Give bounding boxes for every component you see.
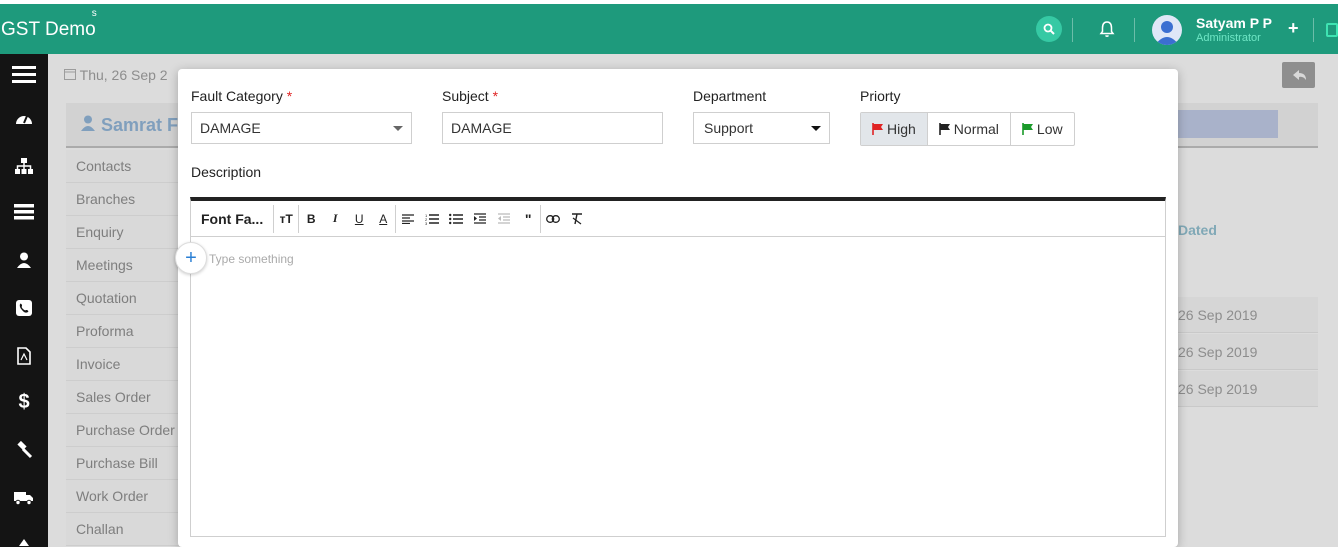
subject-input[interactable]: DAMAGE [442, 112, 663, 144]
insert-block-button[interactable]: + [175, 242, 207, 274]
new-ticket-modal: Fault Category * DAMAGE Subject * DAMAGE… [175, 69, 1178, 547]
menu-icon[interactable] [0, 54, 48, 94]
header-divider [1072, 18, 1073, 42]
flag-icon [872, 123, 883, 135]
search-button[interactable] [1036, 16, 1062, 42]
app-header: GST Demos Satyam P P Administrator + [0, 4, 1338, 54]
department-select[interactable]: Support [693, 112, 830, 144]
clear-format-icon[interactable] [565, 205, 589, 233]
sidebar: $ [0, 54, 48, 547]
font-family-select[interactable]: Font Fa... [191, 204, 275, 233]
chevron-down-icon [811, 126, 821, 131]
chevron-down-icon [393, 126, 403, 131]
user-name[interactable]: Satyam P P [1196, 15, 1272, 31]
more-icon[interactable] [0, 524, 48, 547]
search-icon [1043, 23, 1055, 35]
font-color-icon[interactable]: A [371, 205, 395, 233]
header-divider [1313, 18, 1314, 42]
user-icon[interactable] [0, 240, 48, 280]
priority-toggle-group: High Normal Low [860, 112, 1075, 146]
rich-text-editor: Font Fa... тT B I U A 123 " + Type somet… [175, 197, 1166, 537]
sitemap-icon[interactable] [0, 146, 48, 186]
svg-text:3: 3 [425, 221, 428, 225]
notifications-button[interactable] [1099, 20, 1115, 41]
link-icon[interactable] [541, 205, 565, 233]
priority-label: Priorty [860, 88, 901, 104]
outdent-icon[interactable] [492, 205, 516, 233]
gavel-icon[interactable] [0, 430, 48, 470]
fault-category-select[interactable]: DAMAGE [191, 112, 412, 144]
fault-category-label: Fault Category * [191, 88, 293, 104]
header-divider [1134, 18, 1135, 42]
user-role: Administrator [1196, 32, 1261, 44]
phone-icon[interactable] [0, 288, 48, 328]
flag-icon [1022, 123, 1033, 135]
subject-label: Subject * [442, 88, 499, 104]
truck-icon[interactable] [0, 478, 48, 518]
unordered-list-icon[interactable] [444, 205, 468, 233]
add-icon[interactable]: + [1288, 18, 1299, 39]
editor-toolbar: Font Fa... тT B I U A 123 " [191, 201, 1165, 237]
pdf-icon[interactable] [0, 336, 48, 376]
blockquote-icon[interactable]: " [516, 205, 540, 233]
department-label: Department [693, 88, 767, 104]
dashboard-icon[interactable] [0, 98, 48, 138]
align-left-icon[interactable] [396, 205, 420, 233]
list-icon[interactable] [0, 192, 48, 232]
logout-icon[interactable] [1326, 23, 1338, 37]
bell-icon [1099, 21, 1115, 37]
indent-icon[interactable] [468, 205, 492, 233]
app-brand[interactable]: GST Demos [1, 8, 101, 41]
ordered-list-icon[interactable]: 123 [420, 205, 444, 233]
underline-icon[interactable]: U [347, 205, 371, 233]
avatar[interactable] [1152, 15, 1182, 45]
bold-icon[interactable]: B [299, 205, 323, 233]
priority-low-button[interactable]: Low [1011, 113, 1074, 145]
italic-icon[interactable]: I [323, 205, 347, 233]
font-size-icon[interactable]: тT [274, 205, 298, 233]
priority-high-button[interactable]: High [861, 113, 928, 145]
editor-placeholder[interactable]: Type something [209, 252, 294, 266]
flag-icon [938, 123, 950, 135]
priority-normal-button[interactable]: Normal [928, 113, 1011, 145]
dollar-icon[interactable]: $ [0, 382, 48, 422]
description-label: Description [191, 164, 262, 180]
